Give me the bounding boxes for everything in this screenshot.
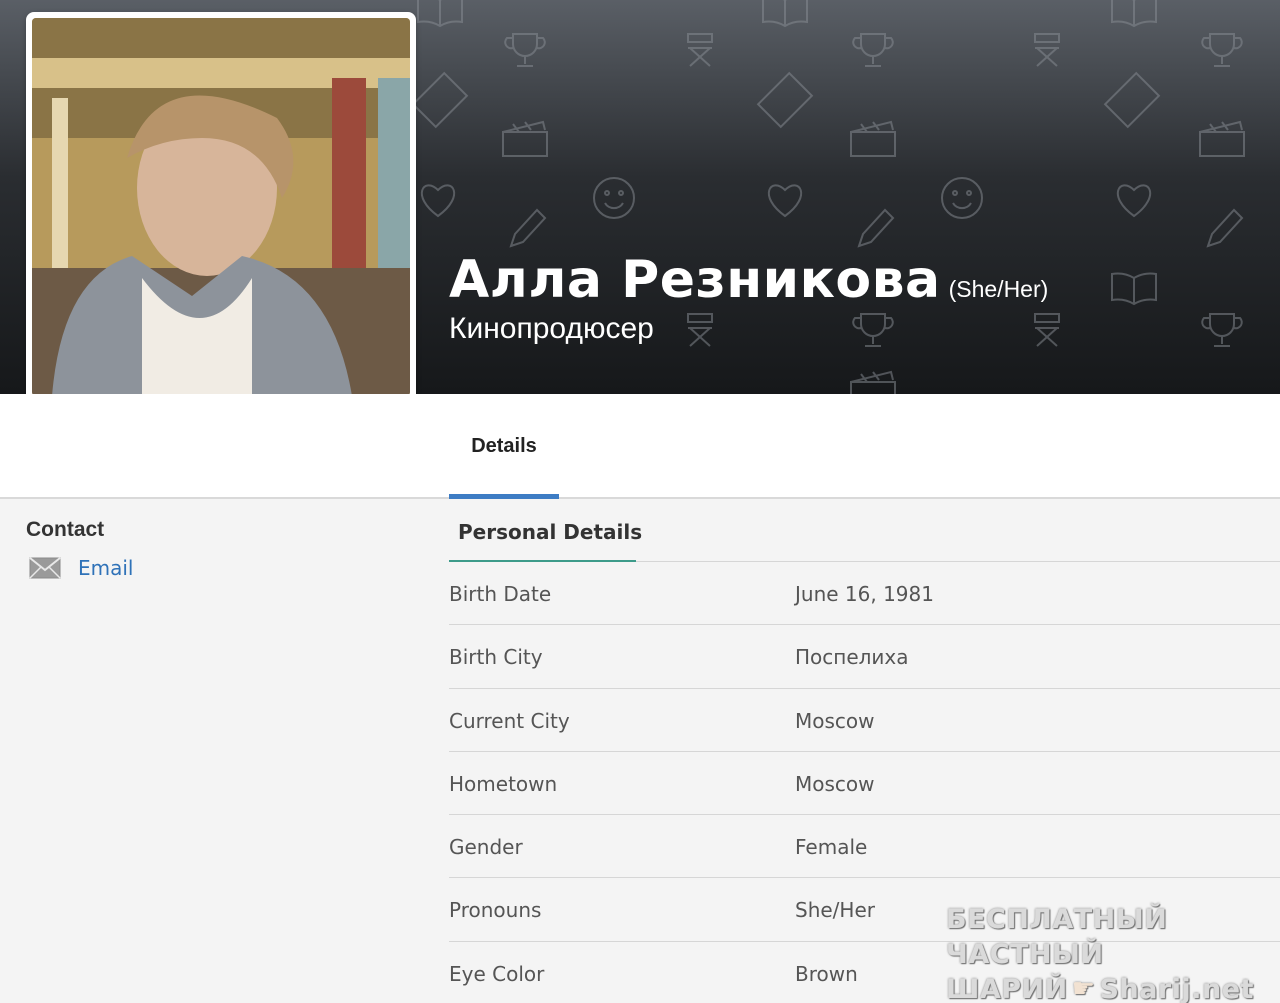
detail-label: Eye Color (449, 961, 545, 986)
profile-heading: Алла Резникова (She/Her) Кинопродюсер (449, 250, 1048, 346)
contact-title: Contact (26, 518, 105, 541)
profile-pronouns: (She/Her) (948, 276, 1049, 302)
profile-photo-card (26, 12, 416, 402)
watermark: БЕСПЛАТНЫЙ ЧАСТНЫЙ ШАРИЙ ☛ Sharij.net (946, 902, 1266, 1003)
detail-label: Hometown (449, 771, 558, 796)
detail-label: Birth City (449, 645, 543, 670)
detail-row-current-city: Current City Moscow (449, 689, 1280, 752)
email-link-row[interactable]: Email (26, 556, 134, 580)
section-header: Personal Details (449, 500, 1280, 562)
detail-label: Current City (449, 708, 570, 733)
watermark-text-b: Sharij.net (1099, 974, 1254, 1003)
watermark-line-1: БЕСПЛАТНЫЙ ЧАСТНЫЙ (946, 904, 1168, 970)
pointing-hand-icon: ☛ (1071, 974, 1096, 1003)
detail-row-birth-city: Birth City Поспелиха (449, 625, 1280, 689)
detail-value: Brown (795, 961, 858, 986)
watermark-line-2: ШАРИЙ ☛ Sharij.net (946, 972, 1266, 1003)
tab-details[interactable]: Details (449, 394, 559, 499)
email-link[interactable]: Email (78, 556, 134, 580)
detail-value: Female (795, 835, 868, 860)
detail-row-hometown: Hometown Moscow (449, 752, 1280, 816)
profile-photo (32, 18, 410, 396)
envelope-icon (29, 557, 61, 579)
detail-value: Moscow (795, 708, 875, 733)
section-title: Personal Details (458, 520, 643, 544)
detail-value: Moscow (795, 771, 875, 796)
tab-bar: Details (0, 394, 1280, 499)
contact-section: Contact Email (26, 518, 134, 580)
detail-label: Pronouns (449, 898, 542, 923)
detail-row-birth-date: Birth Date June 16, 1981 (449, 562, 1280, 626)
detail-value: She/Her (795, 898, 875, 923)
detail-value: June 16, 1981 (795, 582, 934, 606)
active-tab-indicator (449, 494, 559, 499)
watermark-text-a: ШАРИЙ (946, 974, 1068, 1003)
profile-profession: Кинопродюсер (449, 312, 654, 345)
profile-name: Алла Резникова (449, 250, 941, 310)
detail-row-gender: Gender Female (449, 815, 1280, 879)
detail-value: Поспелиха (795, 645, 909, 670)
detail-label: Gender (449, 835, 523, 860)
detail-label: Birth Date (449, 582, 552, 606)
